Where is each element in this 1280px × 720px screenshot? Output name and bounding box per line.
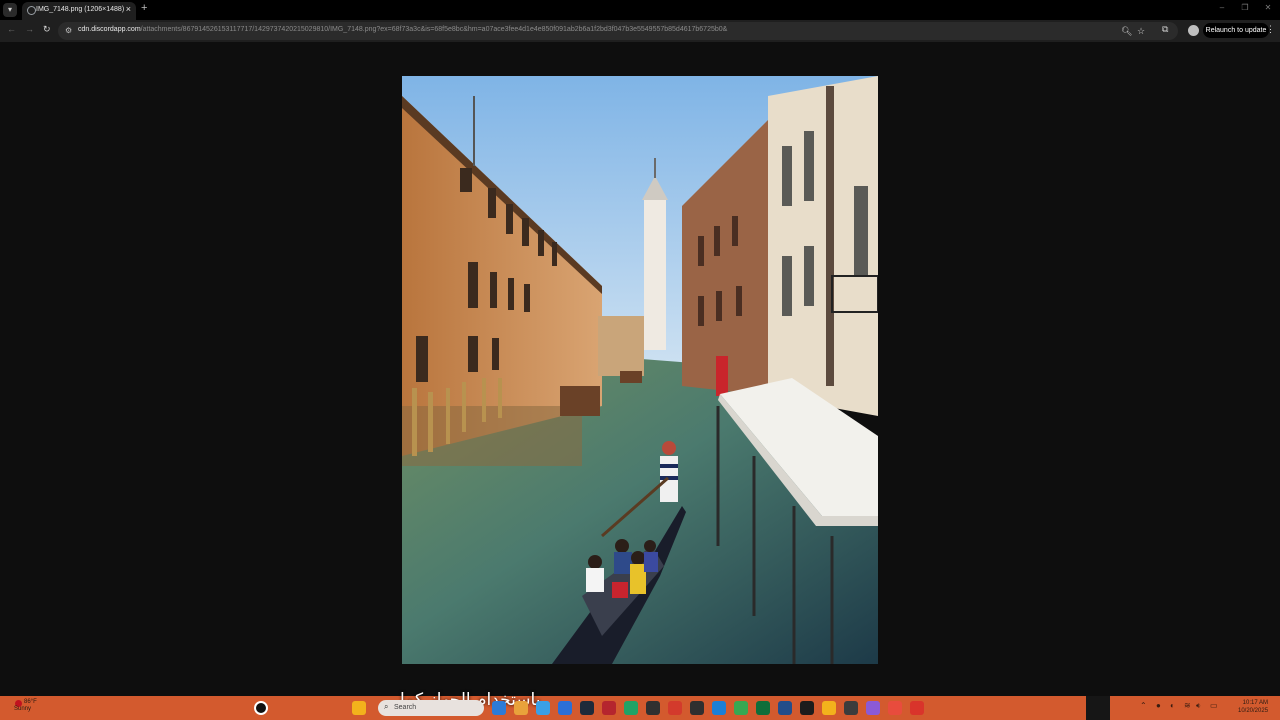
search-placeholder: Search	[394, 704, 417, 711]
weather-temp: 86°F	[24, 699, 37, 705]
browser-menu-icon[interactable]: ⋮	[1266, 24, 1275, 35]
url-host: cdn.discordapp.com	[78, 26, 141, 33]
pinned-app-icon[interactable]	[492, 701, 506, 715]
pinned-app-icon[interactable]	[580, 701, 594, 715]
tab-close-icon[interactable]: ×	[126, 4, 131, 14]
file-explorer-icon[interactable]	[352, 701, 366, 715]
pinned-app-icon[interactable]	[910, 701, 924, 715]
back-icon[interactable]: ←	[7, 24, 16, 34]
browser-tab-strip: ▾ IMG_7148.png (1206×1488) × + – ❐ ✕	[0, 0, 1280, 20]
network-icon[interactable]: ≋	[1184, 701, 1191, 710]
pinned-app-icon[interactable]	[800, 701, 814, 715]
pinned-app-icon[interactable]	[844, 701, 858, 715]
minimize-icon[interactable]: –	[1216, 3, 1228, 15]
site-info-icon[interactable]: ⚙	[65, 26, 72, 35]
new-tab-button[interactable]: +	[141, 2, 147, 14]
forward-icon[interactable]: →	[25, 24, 34, 34]
tray-app-2-icon[interactable]: ◐	[1170, 701, 1175, 710]
bookmark-star-icon[interactable]: ☆	[1137, 26, 1145, 37]
start-button[interactable]	[254, 701, 268, 715]
venice-canal-photo[interactable]	[402, 76, 878, 664]
tray-app-icon[interactable]: ●	[1156, 701, 1161, 710]
pinned-app-icon[interactable]	[536, 701, 550, 715]
tab-title: IMG_7148.png (1206×1488)	[36, 6, 125, 13]
image-viewer	[0, 42, 1280, 696]
weather-desc: Sunny	[14, 706, 32, 712]
pinned-app-icon[interactable]	[888, 701, 902, 715]
pinned-app-icon[interactable]	[558, 701, 572, 715]
pinned-app-icon[interactable]	[734, 701, 748, 715]
pinned-app-icon[interactable]	[822, 701, 836, 715]
extensions-icon[interactable]: ⧉	[1162, 24, 1168, 35]
battery-icon[interactable]: ▭	[1210, 701, 1218, 710]
pinned-app-icon[interactable]	[668, 701, 682, 715]
pinned-app-icon[interactable]	[514, 701, 528, 715]
pinned-app-icon[interactable]	[866, 701, 880, 715]
clock-date: 10/20/2025	[1238, 708, 1269, 714]
pinned-app-icon[interactable]	[756, 701, 770, 715]
zoom-icon[interactable]: 🔍︎	[1121, 26, 1132, 37]
url-path: /attachments/867914526153117717/14297374…	[140, 26, 728, 33]
close-window-icon[interactable]: ✕	[1262, 3, 1274, 15]
pinned-app-icon[interactable]	[690, 701, 704, 715]
windows-taskbar: 86°F Sunny باستخدام الجهاز كما ⌕ Search …	[0, 690, 1280, 720]
reload-icon[interactable]: ↻	[43, 24, 51, 35]
taskbar-clock[interactable]: 10:17 AM 10/20/2025	[1238, 699, 1268, 715]
active-tab[interactable]: IMG_7148.png (1206×1488) ×	[22, 2, 136, 20]
pinned-app-icon[interactable]	[646, 701, 660, 715]
search-icon: ⌕	[384, 702, 389, 711]
pinned-app-icon[interactable]	[712, 701, 726, 715]
tab-search-chevron-icon[interactable]: ▾	[3, 3, 17, 17]
tray-chevron-icon[interactable]: ⌃	[1140, 701, 1147, 710]
taskbar-search-box[interactable]: ⌕ Search	[378, 700, 484, 716]
pinned-app-icon[interactable]	[778, 701, 792, 715]
pinned-app-icon[interactable]	[602, 701, 616, 715]
clock-time: 10:17 AM	[1242, 700, 1269, 706]
relaunch-to-update-button[interactable]: Relaunch to update	[1203, 23, 1269, 38]
address-bar[interactable]: ⚙ cdn.discordapp.com/attachments/8679145…	[58, 22, 1178, 40]
volume-icon[interactable]: 🔉︎	[1196, 701, 1201, 711]
profile-avatar[interactable]	[1188, 25, 1199, 36]
photo-illustration	[402, 76, 878, 664]
restore-icon[interactable]: ❐	[1239, 3, 1251, 15]
pinned-app-icon[interactable]	[624, 701, 638, 715]
taskbar-dark-region	[1086, 696, 1110, 720]
url-text[interactable]: cdn.discordapp.com/attachments/867914526…	[78, 26, 727, 33]
weather-widget[interactable]: 86°F Sunny	[14, 699, 37, 713]
browser-toolbar: ← → ↻ ⚙ cdn.discordapp.com/attachments/8…	[0, 20, 1280, 42]
tab-favicon-icon	[27, 6, 36, 15]
